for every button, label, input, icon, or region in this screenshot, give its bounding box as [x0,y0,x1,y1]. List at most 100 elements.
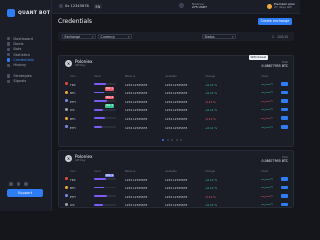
column-header: Coin [70,170,76,173]
table-row[interactable]: TRX 1234.12345678 1234.12345678 +0.12 % Bot … [65,173,289,182]
usage-bar-fill [94,100,108,102]
table-row[interactable]: ETH 1234.12345678 1234.12345678 -0.12 % Bot … [65,95,289,104]
support-button[interactable]: Support [7,189,43,197]
notification-icon[interactable] [179,3,184,8]
sidebar-item-label: Signals [13,79,27,84]
exchange-select-value: Exchange [64,35,81,39]
telegram-icon[interactable] [9,182,13,186]
sidebar-item-label: Dashboard [13,36,33,41]
table-row[interactable]: ETH 1234.12345678 1234.12345678 +0.12 % [65,124,289,130]
usage-bar-fill [94,186,104,189]
sparkline-chart [261,126,273,128]
usage-bar [94,186,116,189]
premium-block[interactable]: Premium plan 27 days left [267,2,295,11]
create-exchange-button[interactable]: Create exchange [258,18,292,25]
table-row[interactable]: ETH 1234.12345678 1234.12345678 -0.12 % [65,193,289,199]
card-total: Total 0.06877955 BTC [262,61,288,68]
available-cell: 1234.12345678 [165,116,188,121]
sidebar-item-signals[interactable]: Signals [7,79,49,84]
coin-symbol: TRX [70,177,76,182]
sidebar-item-label: Statistics [13,52,30,57]
language-select[interactable]: EN [94,4,102,9]
twitter-icon[interactable] [16,182,20,186]
balance-block: Balance 275 USDT [192,2,207,11]
change-cell: +0.12 % [205,177,218,182]
coin-icon [65,99,68,103]
page-size: 100/10 [277,34,289,39]
page-dot[interactable] [171,139,173,141]
column-header: Balance [125,170,136,173]
table-row[interactable]: BTC 1234.12345678 1234.12345678 +0.12 % [65,185,289,191]
status-select[interactable]: Status ▾ [202,34,236,39]
table-row[interactable]: TRX 1234.12345678 1234.12345678 +0.12 % [65,81,289,87]
coin-symbol: ETH [70,125,76,130]
exchange-select[interactable]: Exchange ▾ [62,34,96,39]
usage-bar-fill [94,126,102,128]
chevron-down-icon: ▾ [91,35,94,39]
action-button[interactable] [281,107,288,112]
page-dot[interactable] [180,139,182,141]
chat-icon[interactable] [24,182,28,186]
usage-bar [94,195,116,197]
table-row[interactable]: LTC 1234.12345678 1234.12345678 +0.12 % Bot … [65,104,289,112]
premium-icon [267,3,272,9]
sparkline-chart [261,178,273,180]
exchange-card: × Poloniex API Key Withdrawal Total 0.06… [58,55,294,147]
change-cell: -0.12 % [205,99,216,104]
key-icon [7,58,11,62]
page-dot[interactable] [166,139,169,141]
action-button[interactable] [281,185,288,190]
action-button[interactable] [281,202,288,207]
column-header: Coin [70,75,76,78]
withdrawal-tooltip: Withdrawal [249,55,268,60]
coin-icon [65,177,68,181]
sidebar-item-label: Bots [13,47,22,52]
coin-symbol: BTC [70,186,76,191]
action-button[interactable] [281,99,288,103]
available-cell: 1234.12345678 [165,99,188,104]
change-cell: -0.12 % [205,116,216,121]
action-button[interactable] [281,125,288,129]
action-button[interactable] [281,90,288,95]
support-label: Support [17,191,33,195]
available-cell: 1234.12345678 [165,203,188,208]
available-cell: 1234.12345678 [165,186,188,191]
coin-symbol: ETH [70,194,76,199]
change-cell: +0.12 % [205,125,218,130]
usage-bar-fill [94,83,107,85]
coin-icon [65,125,68,129]
table-row[interactable]: BTC 1234.12345678 1234.12345678 +0.12 % Bot … [65,87,289,96]
total-value: 0.06877955 BTC [261,159,288,163]
action-button[interactable] [281,194,288,198]
logo-icon [7,9,15,17]
coin-icon [65,116,68,120]
card-subtitle: API Key [75,62,86,67]
coin-symbol: TRX [70,82,76,87]
brand-name: QUANT BOT [18,10,51,16]
usage-bar [94,117,116,120]
wallet-address[interactable]: 0x 12345678 [59,4,89,8]
change-cell: -0.12 % [205,194,216,199]
chevron-down-icon: ▾ [127,35,130,39]
top-actions [179,3,184,8]
page-number: 1 [272,34,275,39]
column-header: Available [165,170,177,173]
status-select-value: Status [204,35,215,39]
usage-bar [94,203,116,206]
action-button[interactable] [281,116,288,120]
currency-select[interactable]: Currency ▾ [98,34,132,39]
table-row[interactable]: LTC 1234.12345678 1234.12345678 +0.12 % [65,202,289,208]
action-button[interactable] [281,82,288,86]
page-dot[interactable] [162,139,164,141]
logo[interactable]: QUANT BOT [7,9,50,17]
card-total: Total 0.06877955 BTC [262,156,288,163]
sidebar-item-label: History [13,63,27,68]
currency-select-value: Currency [100,35,115,39]
page-dot[interactable] [175,139,178,141]
usage-bar-fill [94,178,107,180]
action-button[interactable] [281,177,288,181]
total-value: 0.06877955 BTC [261,64,288,68]
table-row[interactable]: BTC 1234.12345678 1234.12345678 -0.12 % [65,115,289,121]
page-size-control[interactable]: 1 100/10 [272,35,288,39]
balance-cell: 1234.12345678 [125,91,148,96]
